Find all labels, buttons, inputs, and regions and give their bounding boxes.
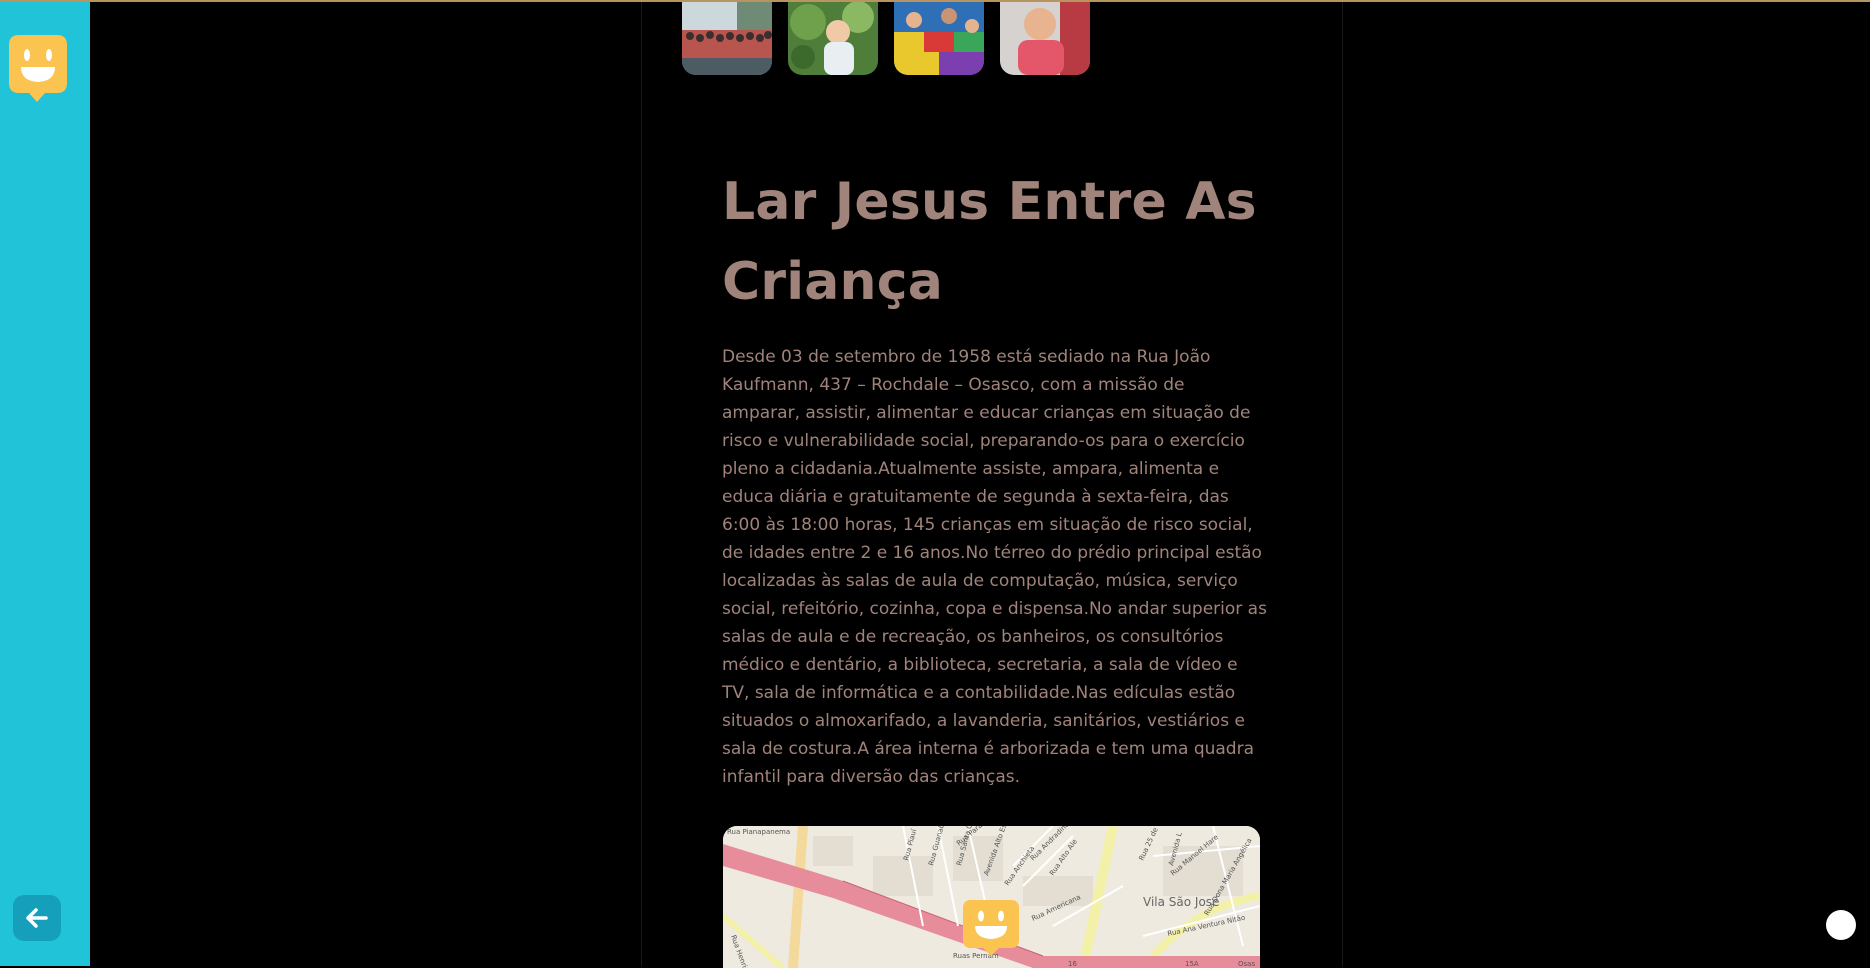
arrow-left-icon xyxy=(26,908,48,928)
page-title: Lar Jesus Entre As Criança xyxy=(722,172,1257,312)
back-button[interactable] xyxy=(13,895,61,941)
map-label-street-17: Rua Pianapanema xyxy=(727,828,790,836)
smiley-logo-icon[interactable] xyxy=(9,35,67,105)
sidebar xyxy=(0,2,90,966)
smiley-map-pin-icon[interactable] xyxy=(961,898,1021,958)
map-label-place: Osas xyxy=(1238,960,1255,968)
content-panel: Lar Jesus Entre As Criança Desde 03 de s… xyxy=(641,2,1343,968)
map-label-road-15a: 15A xyxy=(1185,960,1199,968)
map-label-neighborhood: Vila São José xyxy=(1143,895,1219,909)
gallery-thumbnail-toddler[interactable] xyxy=(1000,2,1090,75)
gallery-thumbnail-crowd[interactable] xyxy=(682,2,772,75)
location-map[interactable]: Rua Pianapanema Rua Piauí Rua Guanabara … xyxy=(723,826,1260,968)
gallery-thumbnail-child-plants[interactable] xyxy=(788,2,878,75)
page-description: Desde 03 de setembro de 1958 está sediad… xyxy=(722,347,1267,787)
scroll-indicator[interactable] xyxy=(1826,910,1856,940)
map-label-road-16: 16 xyxy=(1068,960,1077,968)
gallery-thumbnail-kids-playmat[interactable] xyxy=(894,2,984,75)
